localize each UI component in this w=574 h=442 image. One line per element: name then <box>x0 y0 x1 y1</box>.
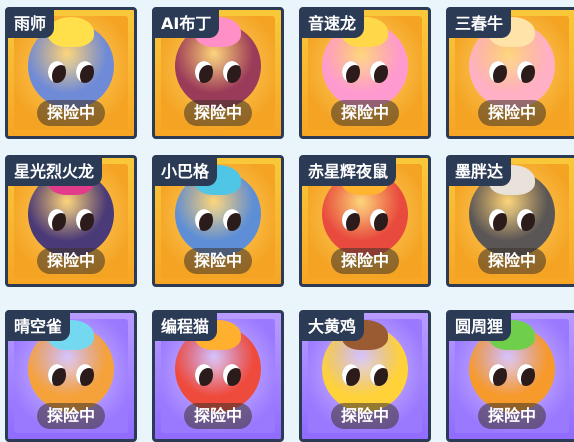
pet-card[interactable]: 小巴格探险中 <box>152 155 284 287</box>
status-badge: 探险中 <box>183 100 253 126</box>
pet-name-label: 星光烈火龙 <box>8 158 103 186</box>
pet-name-label: 晴空雀 <box>8 313 71 341</box>
pet-name-label: 雨师 <box>8 10 55 38</box>
pet-crest <box>48 17 94 47</box>
pet-eye <box>195 61 213 83</box>
pet-card[interactable]: 雨师探险中 <box>5 7 137 139</box>
pet-eye <box>370 209 388 231</box>
pet-name-label: 圆周狸 <box>449 313 512 341</box>
status-badge: 探险中 <box>36 403 106 429</box>
pet-eye <box>48 61 66 83</box>
pet-card[interactable]: 大黄鸡探险中 <box>299 310 431 442</box>
status-badge: 探险中 <box>477 248 547 274</box>
pet-card[interactable]: 音速龙探险中 <box>299 7 431 139</box>
status-badge: 探险中 <box>36 100 106 126</box>
pet-name-label: AI布丁 <box>155 10 220 38</box>
status-badge: 探险中 <box>183 403 253 429</box>
pet-card[interactable]: 星光烈火龙探险中 <box>5 155 137 287</box>
pet-eye <box>489 209 507 231</box>
pet-grid: 雨师 探险中 AI布丁 探险中 音速龙 探险中 三春牛 探险中 星光烈火龙 探险中 小巴格 探险中 赤星… <box>0 0 574 442</box>
pet-card[interactable]: AI布丁探险中 <box>152 7 284 139</box>
status-badge: 探险中 <box>330 248 400 274</box>
pet-eye <box>48 209 66 231</box>
pet-eye <box>342 364 360 386</box>
status-badge: 探险中 <box>330 100 400 126</box>
pet-name-label: 大黄鸡 <box>302 313 365 341</box>
status-badge: 探险中 <box>330 403 400 429</box>
pet-eye <box>223 364 241 386</box>
pet-card[interactable]: 三春牛探险中 <box>446 7 574 139</box>
pet-eye <box>370 61 388 83</box>
pet-card[interactable]: 晴空雀探险中 <box>5 310 137 442</box>
pet-eye <box>517 364 535 386</box>
pet-eye <box>517 209 535 231</box>
status-badge: 探险中 <box>477 100 547 126</box>
pet-eye <box>76 209 94 231</box>
status-badge: 探险中 <box>36 248 106 274</box>
pet-eye <box>370 364 388 386</box>
pet-name-label: 赤星辉夜鼠 <box>302 158 397 186</box>
pet-eye <box>489 61 507 83</box>
pet-eye <box>489 364 507 386</box>
pet-card[interactable]: 墨胖达探险中 <box>446 155 574 287</box>
pet-name-label: 墨胖达 <box>449 158 512 186</box>
pet-eye <box>76 61 94 83</box>
pet-eye <box>223 61 241 83</box>
pet-eye <box>223 209 241 231</box>
pet-card[interactable]: 编程猫探险中 <box>152 310 284 442</box>
status-badge: 探险中 <box>183 248 253 274</box>
pet-eye <box>76 364 94 386</box>
pet-eye <box>517 61 535 83</box>
pet-name-label: 三春牛 <box>449 10 512 38</box>
pet-card[interactable]: 赤星辉夜鼠探险中 <box>299 155 431 287</box>
pet-eye <box>195 364 213 386</box>
pet-eye <box>195 209 213 231</box>
pet-name-label: 编程猫 <box>155 313 218 341</box>
status-badge: 探险中 <box>477 403 547 429</box>
pet-card[interactable]: 圆周狸探险中 <box>446 310 574 442</box>
pet-name-label: 小巴格 <box>155 158 218 186</box>
pet-eye <box>342 61 360 83</box>
pet-eye <box>48 364 66 386</box>
pet-eye <box>342 209 360 231</box>
pet-name-label: 音速龙 <box>302 10 365 38</box>
